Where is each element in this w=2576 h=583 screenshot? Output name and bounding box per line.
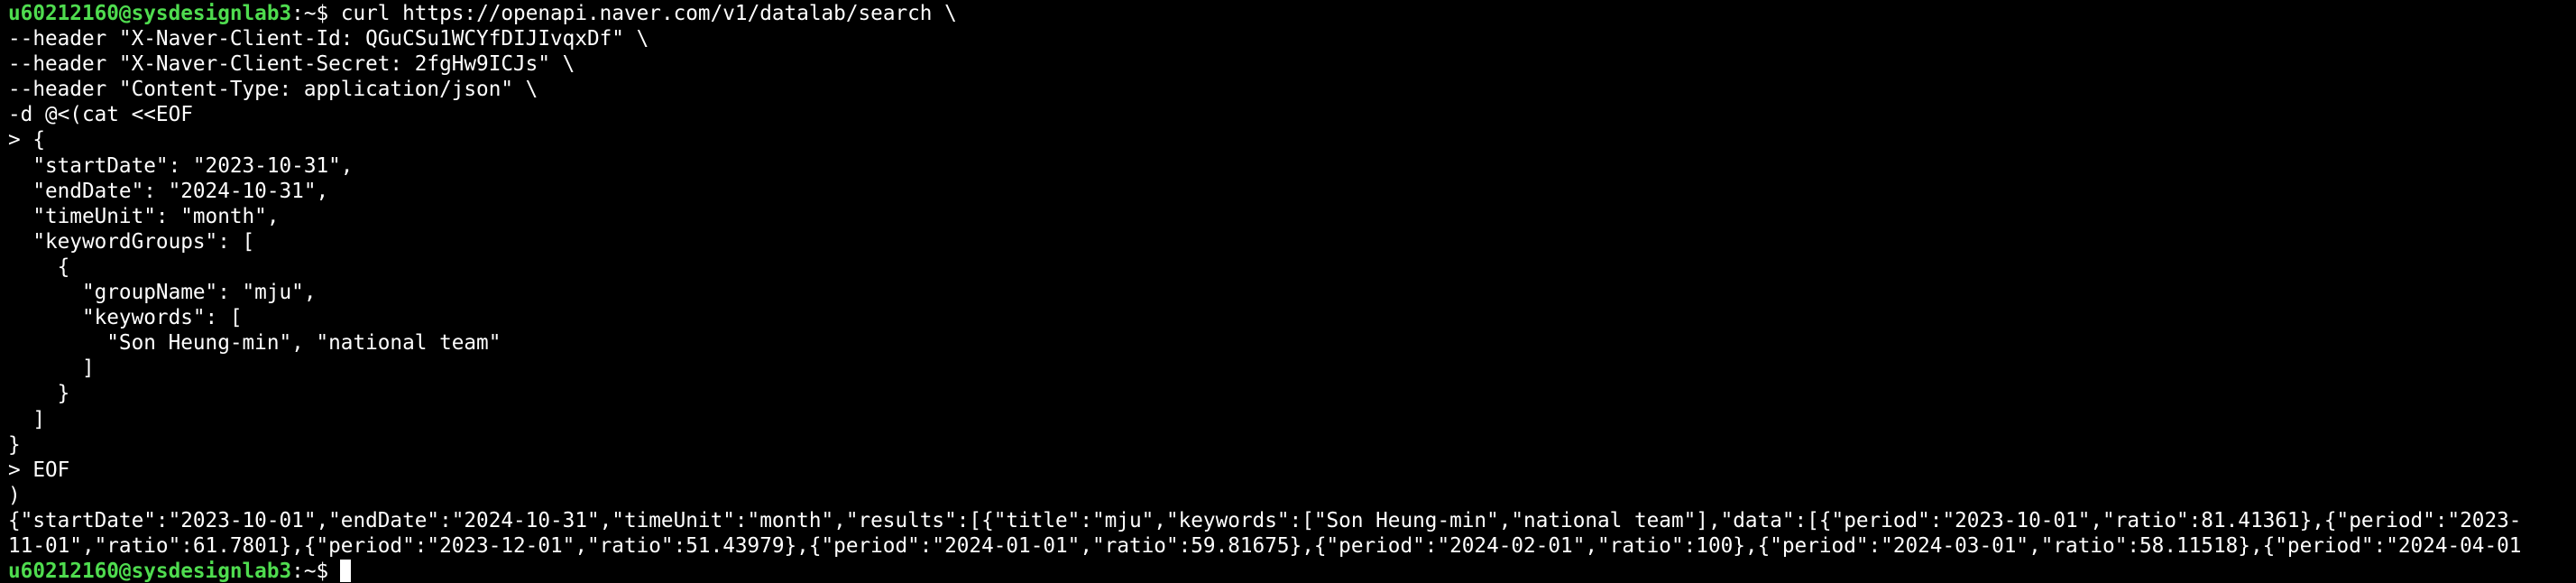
- command-input-line: "groupName": "mju",: [8, 281, 317, 305]
- command-text: curl https://openapi.naver.com/v1/datala…: [328, 2, 957, 25]
- command-input-line: ): [8, 483, 21, 507]
- command-input-line: -d @<(cat <<EOF: [8, 103, 193, 127]
- command-input-line: "timeUnit": "month",: [8, 204, 280, 228]
- command-prompt-line: u60212160@sysdesignlab3:~$ curl https://…: [8, 1, 2576, 26]
- command-input-line: --header "X-Naver-Client-Id: QGuCSu1WCYf…: [8, 27, 649, 51]
- command-input-line: --header "Content-Type: application/json…: [8, 78, 538, 102]
- command-input-line: ]: [8, 407, 45, 431]
- command-output: {"startDate":"2023-10-01","endDate":"202…: [8, 508, 2576, 559]
- active-prompt-line[interactable]: u60212160@sysdesignlab3:~$: [8, 559, 2576, 583]
- output-line: 11-01","ratio":61.7801},{"period":"2023-…: [8, 533, 2522, 558]
- terminal-window[interactable]: u60212160@sysdesignlab3:~$ curl https://…: [8, 1, 2576, 583]
- output-line: {"startDate":"2023-10-01","endDate":"202…: [8, 508, 2522, 532]
- command-input-line: {: [8, 254, 70, 279]
- command-input-line: > EOF: [8, 458, 70, 482]
- command-input-line: "endDate": "2024-10-31",: [8, 179, 329, 203]
- command-input-line: "Son Heung-min", "national team": [8, 331, 501, 356]
- command-input-line: "keywordGroups": [: [8, 229, 255, 254]
- prompt-suffix: :~$: [291, 2, 329, 25]
- prompt-suffix: :~$: [291, 560, 329, 583]
- command-input-line: "keywords": [: [8, 306, 243, 330]
- command-input-line: --header "X-Naver-Client-Secret: 2fgHw9I…: [8, 52, 575, 77]
- command-input-line: "startDate": "2023-10-31",: [8, 153, 354, 178]
- text-cursor: [340, 560, 352, 583]
- command-input-line: ]: [8, 356, 95, 381]
- command-input-line: }: [8, 382, 70, 406]
- command-input-line: }: [8, 432, 21, 457]
- command-input-line: > {: [8, 128, 45, 153]
- prompt-user-host: u60212160@sysdesignlab3: [8, 2, 292, 25]
- prompt-user-host: u60212160@sysdesignlab3: [8, 560, 292, 583]
- command-continuation-lines: --header "X-Naver-Client-Id: QGuCSu1WCYf…: [8, 26, 2576, 508]
